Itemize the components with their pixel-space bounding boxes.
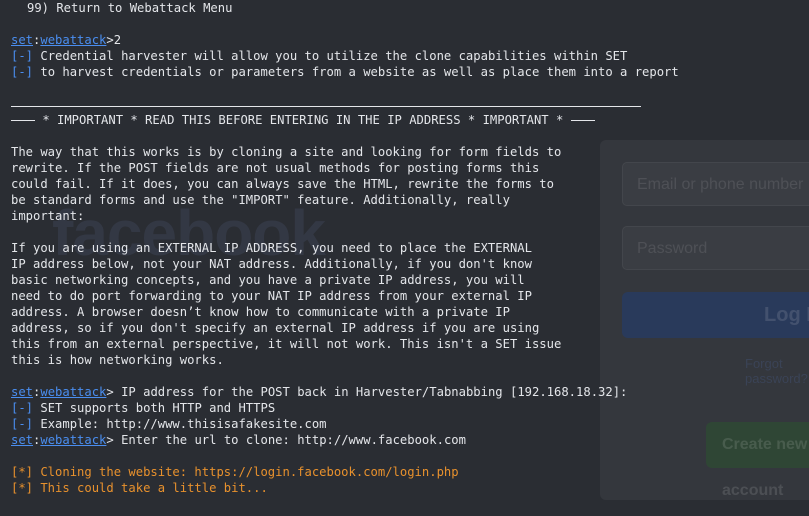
info-line: [-] SET supports both HTTP and HTTPS (11, 400, 809, 416)
important-header: * IMPORTANT * READ THIS BEFORE ENTERING … (11, 112, 809, 128)
info-text: SET supports both HTTP and HTTPS (40, 401, 276, 415)
prompt-text: Enter the url to clone: http://www.faceb… (121, 433, 466, 447)
prompt-line-3: set:webattack> Enter the url to clone: h… (11, 433, 466, 447)
status-line: [*] Cloning the website: https://login.f… (11, 465, 459, 479)
paragraph-line: important: (11, 209, 85, 223)
paragraph-line: basic networking concepts, and you have … (11, 273, 525, 287)
paragraph-line: could fail. If it does, you can always s… (11, 177, 554, 191)
info-bullet: [-] (11, 65, 34, 79)
prompt-line-2: set:webattack> IP address for the POST b… (11, 385, 628, 399)
user-input: 2 (113, 33, 122, 47)
info-bullet: [-] (11, 417, 34, 431)
prompt-text: IP address for the POST back in Harveste… (121, 385, 628, 399)
info-bullet: [-] (11, 49, 34, 63)
set-prompt: set (11, 385, 34, 399)
module-prompt: webattack (40, 33, 107, 47)
info-line: [-] Credential harvester will allow you … (11, 48, 809, 64)
info-text: Credential harvester will allow you to u… (40, 49, 628, 63)
explanation-paragraph-1: The way that this works is by cloning a … (11, 144, 809, 224)
explanation-paragraph-2: If you are using an EXTERNAL IP ADDRESS,… (11, 240, 809, 368)
paragraph-line: rewrite. If the POST fields are not usua… (11, 161, 540, 175)
module-prompt: webattack (40, 385, 107, 399)
paragraph-line: If you are using an EXTERNAL IP ADDRESS,… (11, 241, 532, 255)
paragraph-line: be standard forms and use the "IMPORT" f… (11, 193, 510, 207)
info-line: [-] to harvest credentials or parameters… (11, 64, 809, 80)
paragraph-line: need to do port forwarding to your NAT I… (11, 289, 532, 303)
menu-item-return: 99) Return to Webattack Menu (27, 1, 233, 15)
status-line: [*] This could take a little bit... (11, 481, 268, 495)
info-line: [-] Example: http://www.thisisafakesite.… (11, 416, 809, 432)
paragraph-line: IP address below, not your NAT address. … (11, 257, 532, 271)
set-prompt: set (11, 433, 34, 447)
info-bullet: [-] (11, 401, 34, 415)
paragraph-line: this is how networking works. (11, 353, 224, 367)
prompt-line-1: set:webattack>2 (11, 33, 122, 47)
info-text: to harvest credentials or parameters fro… (40, 65, 679, 79)
terminal-window[interactable]: 99) Return to Webattack Menu set:webatta… (0, 0, 809, 516)
module-prompt: webattack (40, 433, 107, 447)
divider-rule (11, 96, 809, 112)
info-text: Example: http://www.thisisafakesite.com (40, 417, 327, 431)
set-prompt: set (11, 33, 34, 47)
paragraph-line: The way that this works is by cloning a … (11, 145, 562, 159)
important-text: * IMPORTANT * READ THIS BEFORE ENTERING … (35, 113, 571, 127)
paragraph-line: address, so if you don't specify an exte… (11, 321, 540, 335)
paragraph-line: address. A browser doesn’t know how to c… (11, 305, 510, 319)
paragraph-line: this from an external perspective, it wi… (11, 337, 562, 351)
